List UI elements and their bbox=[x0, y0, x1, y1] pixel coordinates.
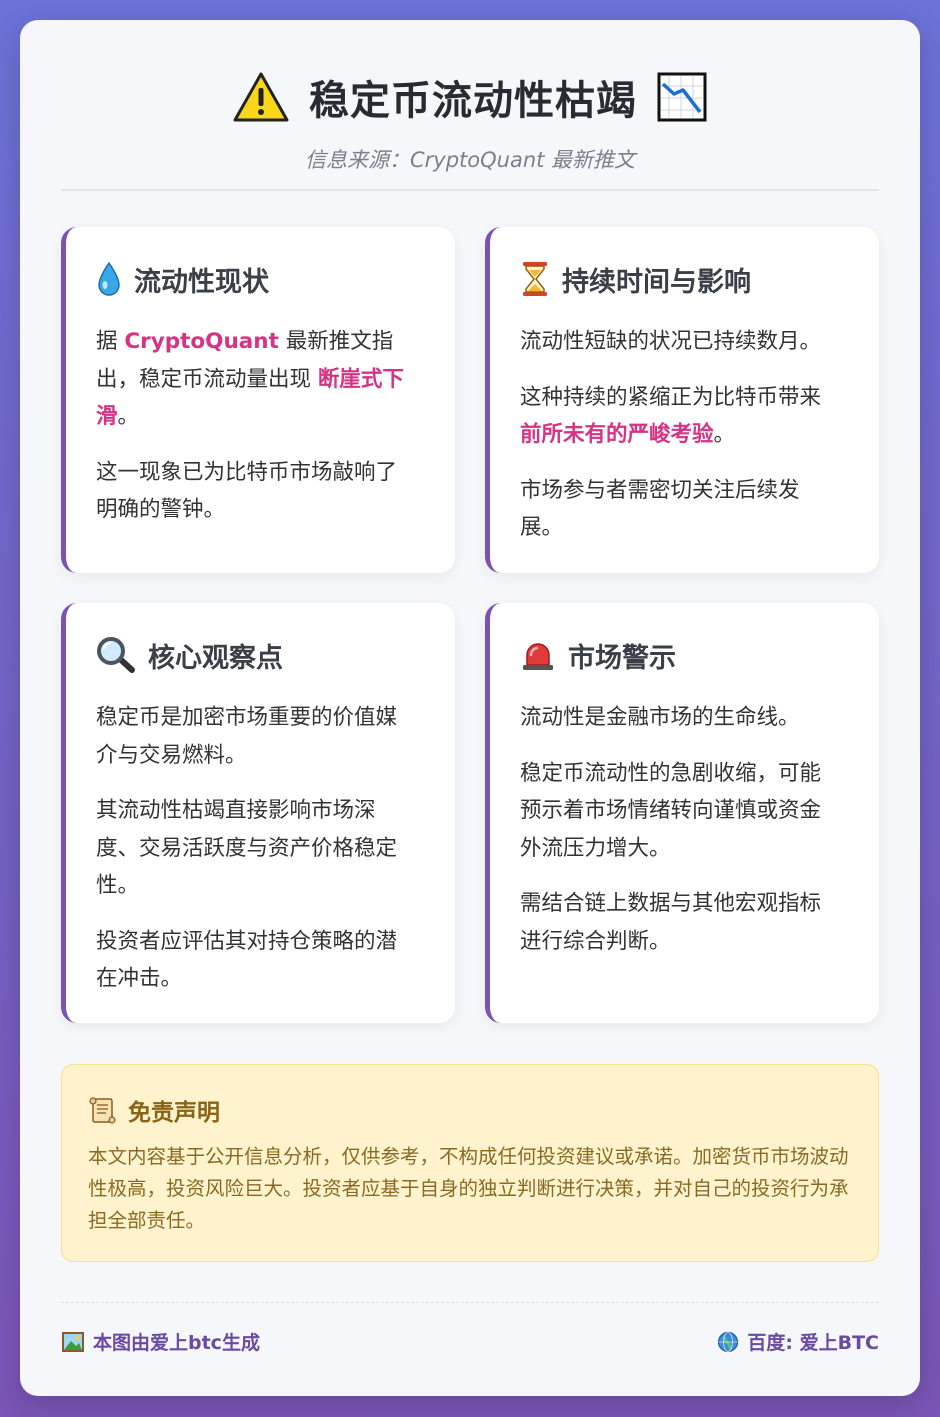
footer-credit: 本图由爱上btc生成 bbox=[61, 1328, 260, 1355]
header-divider bbox=[61, 189, 879, 191]
droplet-icon bbox=[96, 261, 122, 297]
text-run: 。 bbox=[713, 422, 736, 447]
scroll-icon bbox=[88, 1095, 118, 1125]
warning-icon bbox=[233, 71, 289, 123]
card-paragraph: 这种持续的紧缩正为比特币带来前所未有的严峻考验。 bbox=[520, 379, 839, 454]
disclaimer-box: 免责声明 本文内容基于公开信息分析，仅供参考，不构成任何投资建议或承诺。加密货币… bbox=[61, 1064, 879, 1262]
footer-left-text: 本图由爱上btc生成 bbox=[93, 1332, 260, 1354]
hourglass-icon bbox=[520, 260, 550, 298]
globe-icon bbox=[717, 1331, 739, 1353]
card-title: 市场警示 bbox=[568, 642, 676, 674]
card-liquidity-status: 流动性现状 据 CryptoQuant 最新推文指出，稳定币流动量出现 断崖式下… bbox=[61, 227, 455, 573]
magnifier-icon bbox=[96, 636, 136, 674]
card-paragraph: 需结合链上数据与其他宏观指标进行综合判断。 bbox=[520, 891, 822, 954]
picture-icon bbox=[61, 1331, 85, 1353]
footer-right-text: 百度: 爱上BTC bbox=[747, 1332, 879, 1354]
text-run: 。 bbox=[117, 404, 140, 429]
card-key-observations: 核心观察点 稳定币是加密市场重要的价值媒介与交易燃料。 其流动性枯竭直接影响市场… bbox=[61, 603, 455, 1023]
disclaimer-text: 本文内容基于公开信息分析，仅供参考，不构成任何投资建议或承诺。加密货币市场波动性… bbox=[88, 1145, 849, 1232]
poster-card: 稳定币流动性枯竭 信息来源：CryptoQuant 最新推文 流动性现状 据 C… bbox=[20, 20, 920, 1396]
card-paragraph: 稳定币流动性的急剧收缩，可能预示着市场情绪转向谨慎或资金外流压力增大。 bbox=[520, 760, 822, 861]
card-title: 核心观察点 bbox=[148, 642, 283, 674]
source-subtitle: 信息来源：CryptoQuant 最新推文 bbox=[304, 148, 636, 172]
card-paragraph: 流动性短缺的状况已持续数月。 bbox=[520, 329, 822, 354]
card-duration-impact: 持续时间与影响 流动性短缺的状况已持续数月。 这种持续的紧缩正为比特币带来前所未… bbox=[485, 227, 879, 573]
card-title: 持续时间与影响 bbox=[562, 266, 751, 298]
card-paragraph: 投资者应评估其对持仓策略的潜在冲击。 bbox=[96, 928, 398, 992]
highlight-text: CryptoQuant bbox=[124, 329, 279, 354]
card-market-warning: 市场警示 流动性是金融市场的生命线。 稳定币流动性的急剧收缩，可能预示着市场情绪… bbox=[485, 603, 879, 1023]
siren-icon bbox=[520, 639, 556, 671]
footer-divider bbox=[61, 1302, 879, 1303]
footer-source: 百度: 爱上BTC bbox=[717, 1328, 879, 1355]
highlight-text: 前所未有的严峻考验 bbox=[520, 422, 714, 447]
card-paragraph: 流动性是金融市场的生命线。 bbox=[520, 705, 800, 730]
card-paragraph: 市场参与者需密切关注后续发展。 bbox=[520, 477, 800, 541]
card-paragraph: 稳定币是加密市场重要的价值媒介与交易燃料。 bbox=[96, 705, 398, 768]
title-row: 稳定币流动性枯竭 bbox=[20, 68, 920, 126]
text-run: 据 bbox=[96, 329, 125, 354]
card-paragraph: 这一现象已为比特币市场敲响了明确的警钟。 bbox=[96, 459, 398, 523]
header: 稳定币流动性枯竭 信息来源：CryptoQuant 最新推文 bbox=[20, 20, 920, 190]
disclaimer-title: 免责声明 bbox=[128, 1100, 220, 1126]
page-title: 稳定币流动性枯竭 bbox=[309, 78, 637, 124]
card-paragraph: 据 CryptoQuant 最新推文指出，稳定币流动量出现 断崖式下滑。 bbox=[96, 323, 415, 436]
card-paragraph: 其流动性枯竭直接影响市场深度、交易活跃度与资产价格稳定性。 bbox=[96, 798, 398, 898]
chart-decreasing-icon bbox=[657, 72, 707, 122]
card-title: 流动性现状 bbox=[134, 266, 269, 298]
text-run: 这种持续的紧缩正为比特币带来 bbox=[520, 384, 822, 410]
